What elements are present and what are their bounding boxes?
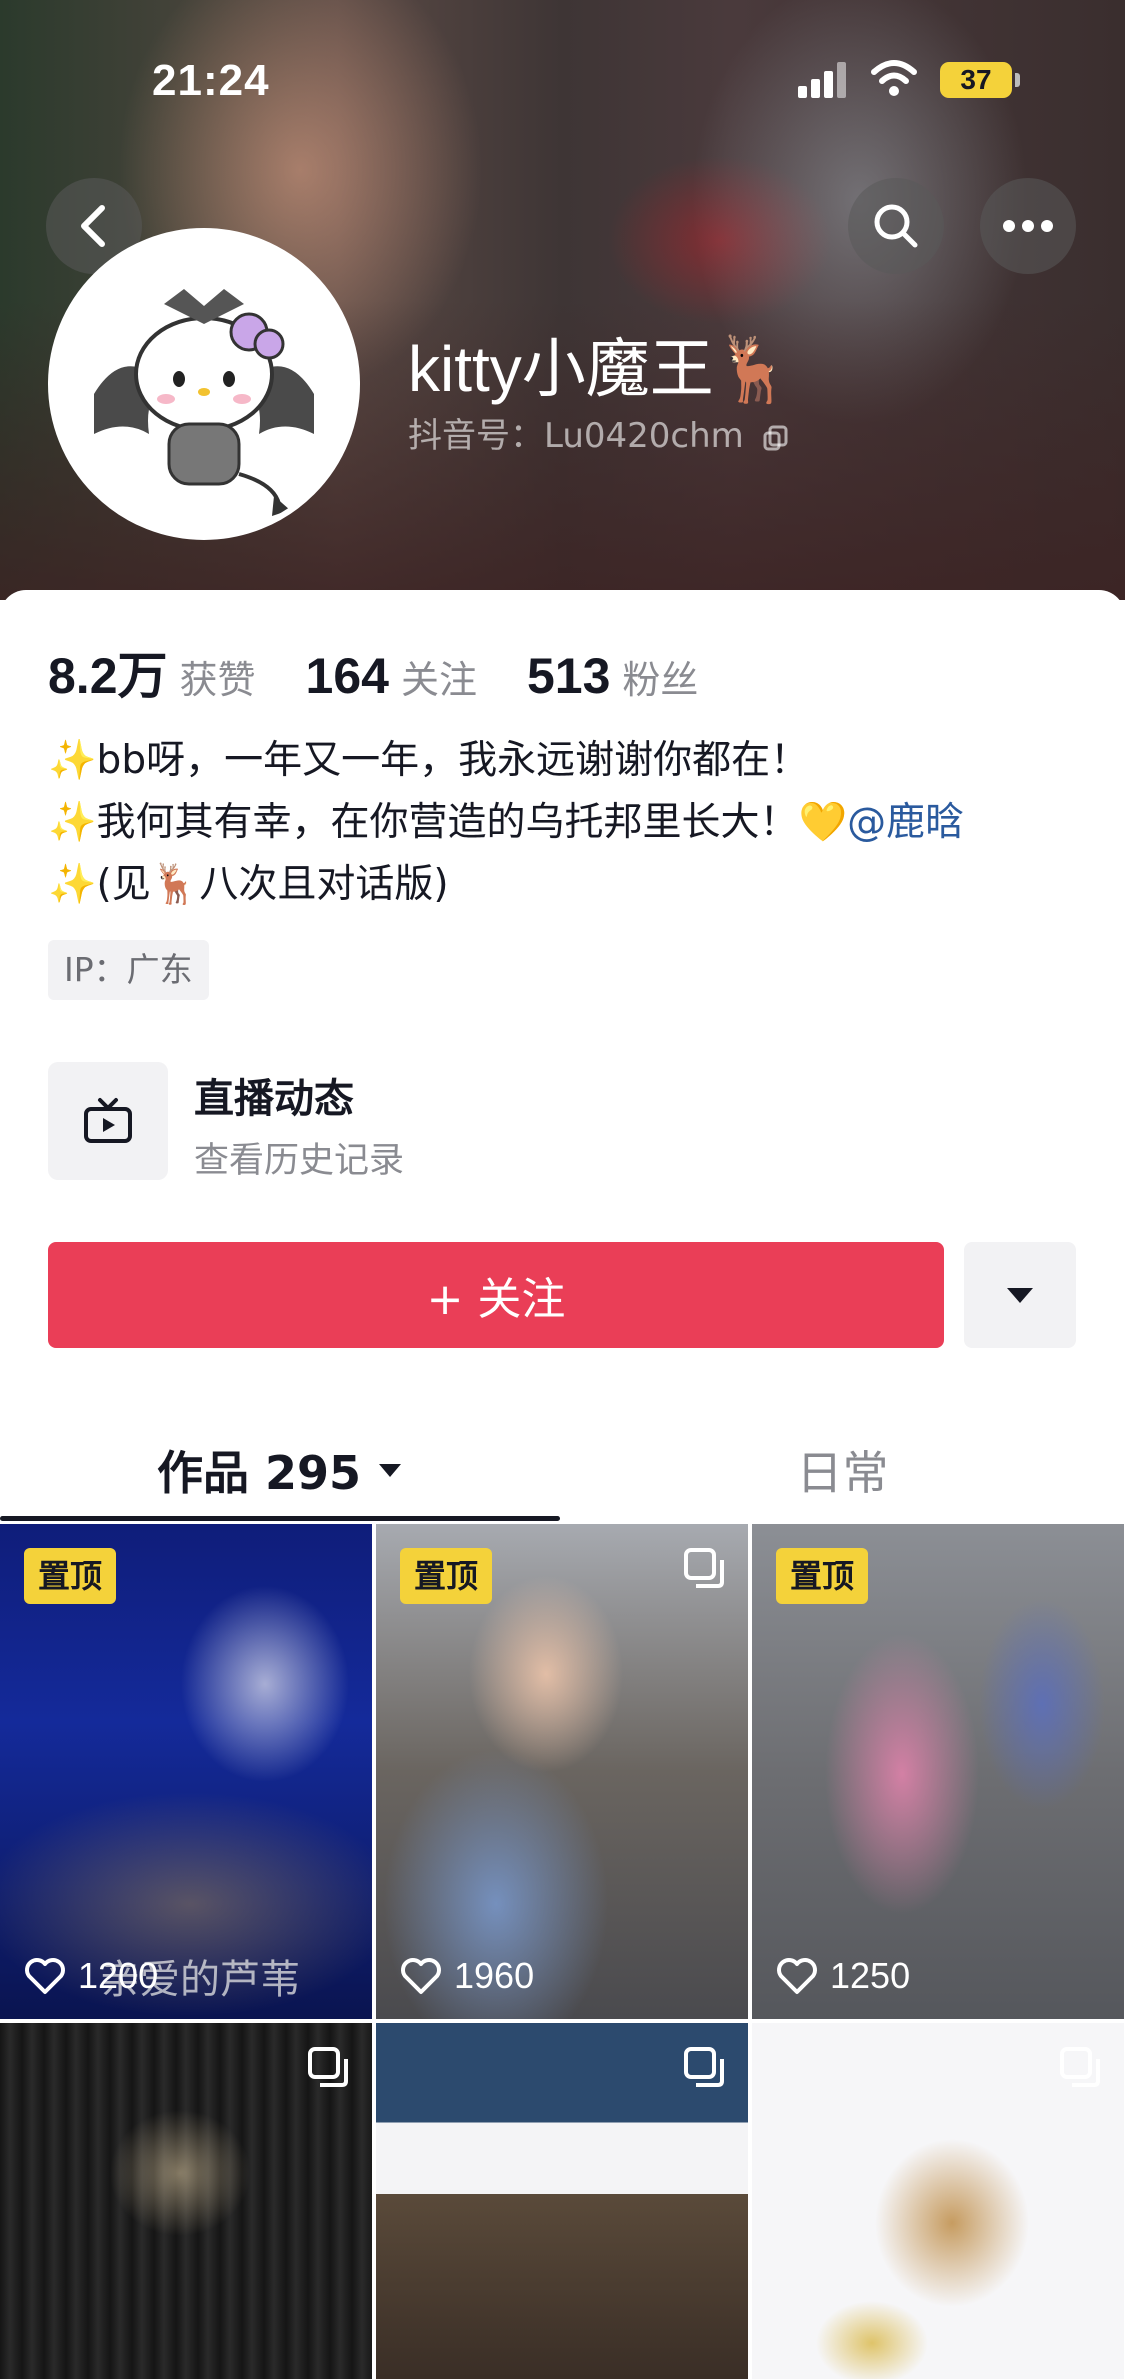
live-history-subtitle: 查看历史记录 [194,1141,405,1181]
multi-image-icon [1060,2047,1100,2087]
bio-line-1: ✨bb呀，一年又一年，我永远谢谢你都在！ [48,738,810,783]
like-count-value: 1250 [830,1955,911,1996]
mention-link[interactable]: @鹿晗 [847,800,964,845]
pinned-badge: 置顶 [400,1548,493,1604]
like-count: 1960 [400,1955,534,1997]
cellular-signal-icon [798,62,846,98]
douyin-id-row[interactable]: 抖音号：Lu0420chm [408,408,791,457]
follow-button[interactable]: + 关注 [48,1242,944,1348]
like-count-value: 1200 [78,1955,159,1996]
video-thumbnail[interactable] [0,2023,372,2379]
video-thumbnail[interactable]: 置顶 1960 [376,1524,748,2019]
pinned-badge: 置顶 [776,1548,869,1604]
likes-label: 获赞 [179,658,256,702]
nickname: kitty小魔王🦌 [408,333,794,405]
tab-works[interactable]: 作品 295 [0,1420,560,1520]
following-count[interactable]: 164 [306,647,389,705]
status-time: 21:24 [152,56,270,105]
wifi-icon [871,60,917,96]
stats-row: 8.2万 获赞 164 关注 513 粉丝 [48,636,748,704]
following-label: 关注 [400,658,477,702]
active-tab-indicator [0,1516,560,1521]
more-options-button[interactable] [980,178,1076,274]
like-count-value: 1960 [454,1955,535,1996]
like-count: 1250 [776,1955,910,1997]
followers-label: 粉丝 [622,658,699,702]
avatar[interactable] [48,228,360,540]
followers-count[interactable]: 513 [527,647,610,705]
bio: ✨bb呀，一年又一年，我永远谢谢你都在！ ✨我何其有幸，在你营造的乌托邦里长大！… [48,730,1088,916]
back-arrow-icon [81,205,105,247]
video-thumbnail[interactable]: 置顶 亲爱的芦苇 1200 [0,1524,372,2019]
video-grid: 置顶 亲爱的芦苇 1200 置顶 1960 置顶 1250 [0,1524,1125,2379]
video-thumbnail[interactable] [376,2023,748,2379]
battery-indicator: 37 [940,62,1020,98]
ip-location-tag: IP：广东 [48,940,209,1000]
bio-line-2-text: ✨我何其有幸，在你营造的乌托邦里长大！💛 [48,800,848,845]
heart-icon [401,1958,441,1994]
likes-count[interactable]: 8.2万 [48,636,168,708]
live-history-icon-box[interactable] [48,1062,168,1180]
bio-line-3: ✨(见🦌八次且对话版) [48,862,449,907]
like-count: 1200 [24,1955,158,1997]
hello-kitty-devil-avatar [54,234,354,534]
live-history-title[interactable]: 直播动态 [194,1066,354,1124]
more-dots-icon [1003,220,1053,232]
video-thumbnail[interactable]: 置顶 1250 [752,1524,1124,2019]
recommend-dropdown-button[interactable] [964,1242,1076,1348]
tv-icon [84,1098,132,1143]
search-icon [874,204,918,248]
multi-image-icon [684,2047,724,2087]
heart-icon [777,1958,817,1994]
multi-image-icon [308,2047,348,2087]
copy-icon[interactable] [761,423,791,453]
content-tabs: 作品 295 日常 [0,1420,1125,1521]
caret-down-icon [379,1464,402,1477]
tab-daily[interactable]: 日常 [560,1420,1125,1520]
tab-works-label: 作品 295 [156,1446,362,1500]
multi-image-icon [684,1548,724,1588]
douyin-id: 抖音号：Lu0420chm [408,416,744,456]
caret-down-icon [1007,1288,1033,1303]
bio-line-2: ✨我何其有幸，在你营造的乌托邦里长大！💛@鹿晗 [48,792,1088,854]
search-button[interactable] [848,178,944,274]
pinned-badge: 置顶 [24,1548,117,1604]
video-thumbnail[interactable] [752,2023,1124,2379]
status-bar: 21:24 37 [0,0,1125,160]
heart-icon [25,1958,65,1994]
